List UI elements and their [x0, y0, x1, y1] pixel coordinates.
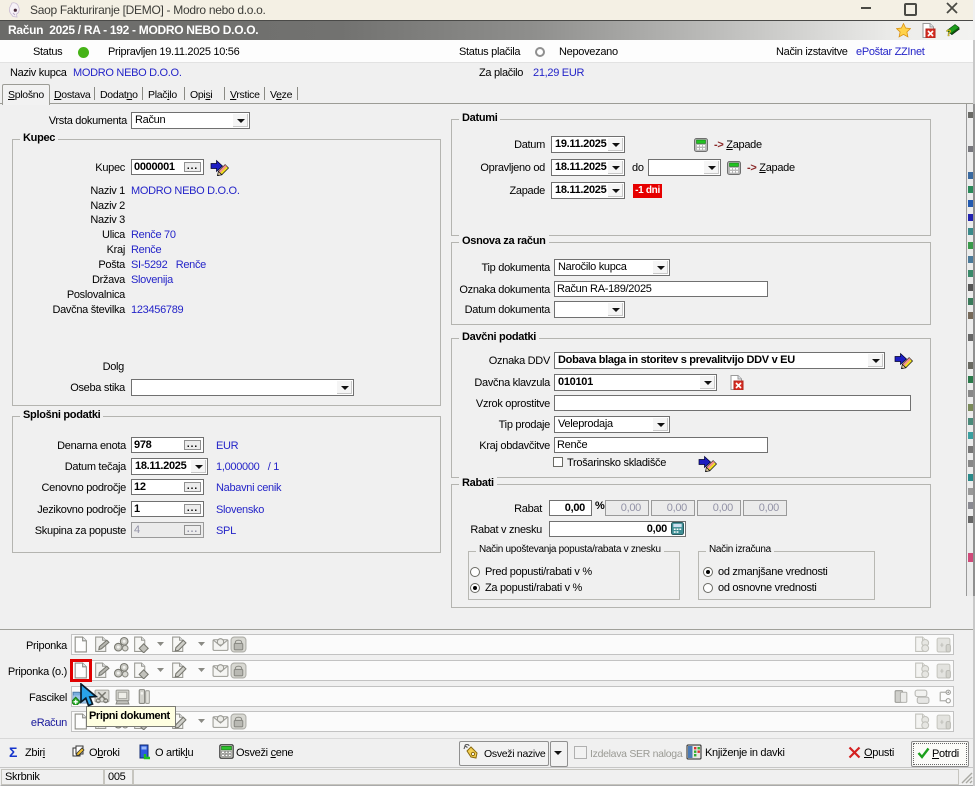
svg-text:?: ? — [946, 28, 951, 38]
